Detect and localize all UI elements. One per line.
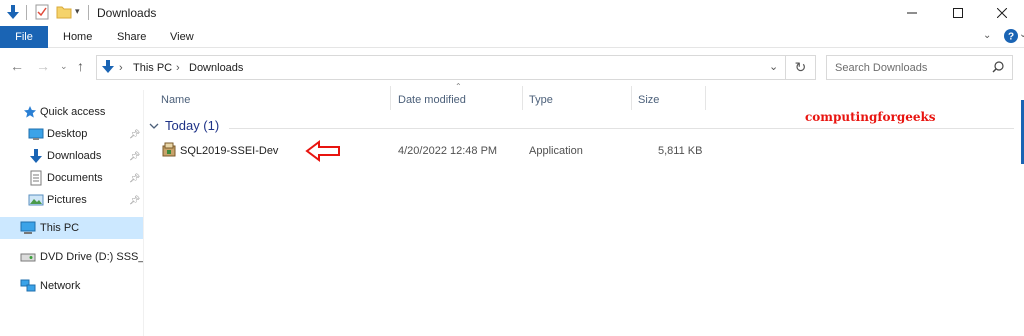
pin-icon[interactable]: 📌︎ — [129, 129, 140, 140]
refresh-icon: ↻ — [794, 59, 807, 75]
sidebar-item-downloads[interactable]: Downloads 📌︎ — [0, 145, 143, 167]
title-divider — [88, 5, 89, 20]
pictures-icon — [28, 192, 44, 208]
column-header-type[interactable]: Type — [529, 94, 553, 106]
title-bar: ▾ Downloads — [0, 0, 1024, 26]
column-header-date-modified[interactable]: Date modified — [398, 94, 466, 106]
sidebar-item-pictures[interactable]: Pictures 📌︎ — [0, 189, 143, 211]
sidebar-item-desktop[interactable]: Desktop 📌︎ — [0, 123, 143, 145]
crumb-downloads[interactable]: Downloads — [189, 62, 243, 74]
ribbon-tabs: File Home Share View ⌄ ? ⌄ — [0, 26, 1024, 48]
sidebar-item-label: This PC — [40, 222, 80, 234]
search-placeholder: Search Downloads — [835, 62, 928, 74]
tab-file[interactable]: File — [0, 26, 48, 48]
downloads-location-icon — [102, 60, 114, 77]
watermark-text: computingforgeeks — [805, 110, 936, 124]
pin-icon[interactable]: 📌︎ — [129, 195, 140, 206]
star-icon — [22, 104, 38, 120]
sidebar-item-label: Desktop — [47, 128, 88, 140]
sort-indicator-icon: ⌃ — [455, 82, 462, 91]
sidebar-item-label: Pictures — [47, 194, 87, 206]
sidebar-item-network[interactable]: Network — [0, 275, 143, 297]
file-date-modified: 4/20/2022 12:48 PM — [398, 145, 498, 157]
navigation-pane: Quick access Desktop 📌︎ Downloads 📌︎ Doc… — [0, 90, 144, 336]
window-title: Downloads — [97, 6, 157, 20]
minimize-icon — [907, 12, 917, 14]
customize-toolbar-icon[interactable]: ▾ — [75, 6, 80, 22]
file-list: ⌃ Name Date modified Type Size computing… — [145, 82, 1024, 336]
close-button[interactable] — [980, 0, 1024, 26]
sidebar-item-label: DVD Drive (D:) SSS_X6 — [40, 251, 143, 263]
new-folder-icon[interactable] — [56, 4, 72, 20]
minimize-button[interactable] — [890, 0, 934, 26]
application-installer-icon — [161, 142, 177, 161]
sidebar-item-label: Downloads — [47, 150, 102, 162]
svg-text:?: ? — [1008, 32, 1014, 43]
close-icon — [997, 8, 1007, 18]
address-dropdown-icon[interactable]: ⌄ — [769, 60, 778, 73]
table-row[interactable]: SQL2019-SSEI-Dev 4/20/2022 12:48 PM Appl… — [145, 140, 1024, 162]
download-arrow-icon[interactable] — [6, 4, 20, 20]
recent-locations-icon[interactable]: ⌄ — [60, 61, 68, 72]
documents-icon — [28, 170, 44, 186]
search-icon[interactable] — [992, 61, 1004, 76]
download-arrow-icon — [28, 148, 44, 164]
help-icon[interactable]: ? — [1004, 29, 1018, 46]
crumb-separator-icon: › — [119, 62, 123, 74]
group-divider — [229, 128, 1014, 129]
sidebar-item-quick-access[interactable]: Quick access — [0, 101, 143, 123]
address-bar[interactable]: › This PC › Downloads ⌄ — [96, 55, 786, 80]
computer-icon — [20, 220, 36, 236]
file-name[interactable]: SQL2019-SSEI-Dev — [180, 145, 278, 157]
sidebar-item-this-pc[interactable]: This PC — [0, 217, 143, 239]
column-header-name[interactable]: Name — [161, 94, 190, 106]
file-size: 5,811 KB — [658, 145, 703, 157]
dvd-drive-icon — [20, 249, 36, 265]
column-divider[interactable] — [705, 86, 706, 110]
maximize-button[interactable] — [936, 0, 980, 26]
group-header-today[interactable]: Today (1) — [149, 118, 219, 133]
sidebar-item-documents[interactable]: Documents 📌︎ — [0, 167, 143, 189]
chevron-down-icon — [149, 118, 159, 133]
column-header-size[interactable]: Size — [638, 94, 659, 106]
back-button[interactable]: ← — [10, 58, 24, 74]
network-icon — [20, 278, 36, 294]
tab-view[interactable]: View — [170, 31, 194, 43]
column-divider[interactable] — [631, 86, 632, 110]
column-divider[interactable] — [390, 86, 391, 110]
tab-share[interactable]: Share — [117, 31, 146, 43]
ribbon-overflow-icon[interactable]: ⌄ — [1019, 29, 1024, 40]
group-header-label: Today (1) — [165, 118, 220, 133]
maximize-icon — [953, 8, 963, 18]
file-type: Application — [529, 145, 583, 157]
column-divider[interactable] — [522, 86, 523, 110]
crumb-separator-icon: › — [176, 62, 180, 74]
qat-divider — [26, 5, 27, 20]
sidebar-item-label: Documents — [47, 172, 103, 184]
pin-icon[interactable]: 📌︎ — [129, 151, 140, 162]
search-input[interactable]: Search Downloads — [826, 55, 1013, 80]
refresh-button[interactable]: ↻ — [786, 55, 816, 80]
expand-ribbon-icon[interactable]: ⌄ — [983, 30, 991, 41]
tab-home[interactable]: Home — [63, 31, 92, 43]
pin-icon[interactable]: 📌︎ — [129, 173, 140, 184]
sidebar-item-label: Quick access — [40, 106, 106, 118]
crumb-this-pc[interactable]: This PC — [133, 62, 172, 74]
properties-icon[interactable] — [34, 4, 50, 20]
up-button[interactable]: ↑ — [77, 58, 84, 74]
sidebar-item-label: Network — [40, 280, 81, 292]
address-row: ← → ⌄ ↑ › This PC › Downloads ⌄ ↻ Search… — [0, 52, 1024, 82]
arrow-annotation-icon — [305, 140, 341, 165]
sidebar-item-dvd-drive[interactable]: DVD Drive (D:) SSS_X6 — [0, 246, 143, 268]
forward-button[interactable]: → — [36, 58, 50, 74]
desktop-icon — [28, 126, 44, 142]
